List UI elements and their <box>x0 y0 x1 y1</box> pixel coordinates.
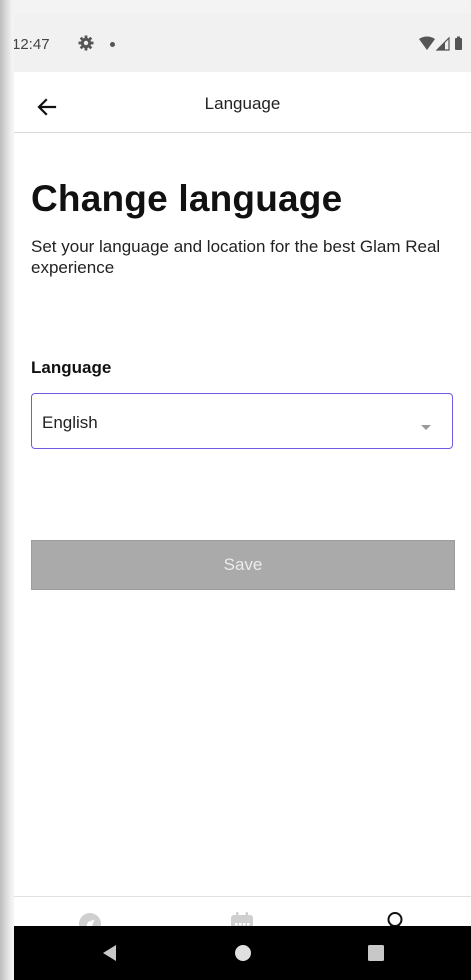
home-circle-icon <box>235 945 251 961</box>
system-back-button[interactable] <box>79 926 139 980</box>
status-indicators <box>419 36 465 52</box>
language-select-value: English <box>42 413 98 432</box>
language-select[interactable]: English <box>31 393 453 449</box>
app-screen: 12:47 Language Change language Set your … <box>14 14 471 980</box>
app-bar: Language <box>14 72 471 133</box>
notification-dot-icon <box>110 42 115 47</box>
app-bar-title: Language <box>204 94 281 113</box>
save-button[interactable]: Save <box>31 540 455 590</box>
status-bar: 12:47 <box>14 14 471 72</box>
battery-icon <box>455 36 462 50</box>
system-nav-bar <box>14 926 471 980</box>
page-title: Change language <box>31 178 343 219</box>
recents-square-icon <box>368 945 384 961</box>
wifi-icon <box>419 36 435 50</box>
gear-icon <box>78 35 94 51</box>
caret-down-icon <box>420 419 432 430</box>
system-home-button[interactable] <box>213 926 273 980</box>
status-time: 12:47 <box>14 36 50 53</box>
language-field-label: Language <box>31 358 112 377</box>
page-subtitle: Set your language and location for the b… <box>31 237 441 277</box>
back-triangle-icon <box>103 945 116 961</box>
signal-icon <box>435 36 450 51</box>
system-recents-button[interactable] <box>346 926 406 980</box>
